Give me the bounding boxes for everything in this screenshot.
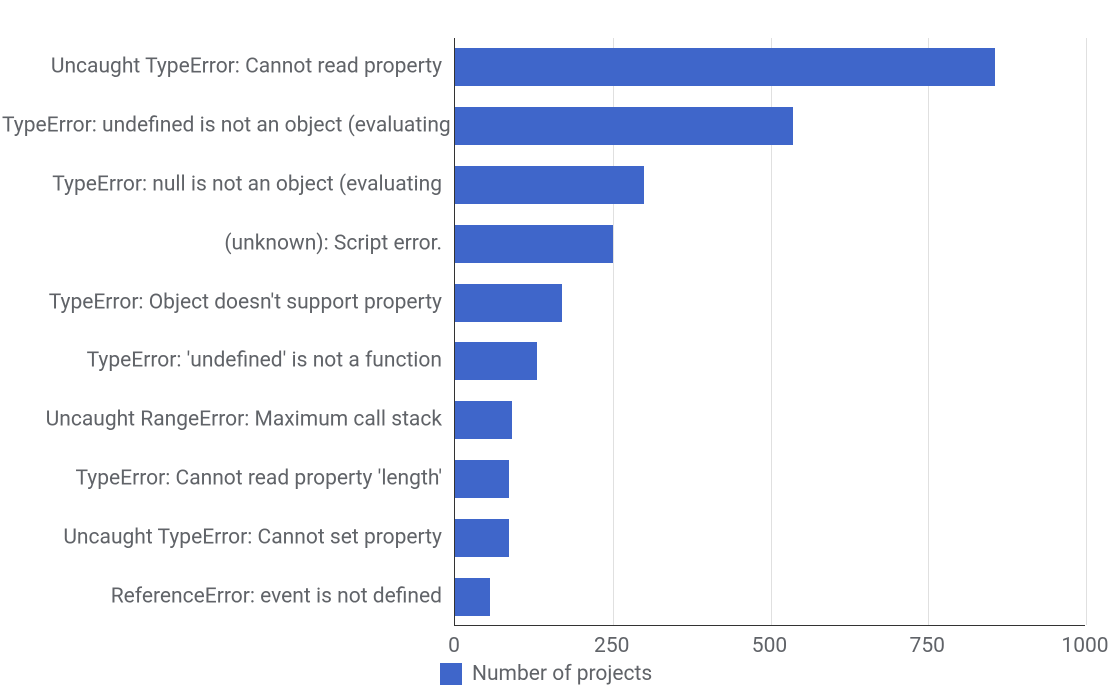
x-axis-tick: 500 [752, 634, 787, 658]
y-axis-label: ReferenceError: event is not defined [2, 584, 442, 609]
gridline [1086, 38, 1087, 625]
bar-row [455, 508, 1085, 567]
bar-row [455, 214, 1085, 273]
legend-swatch [440, 663, 462, 685]
y-axis-label: Uncaught RangeError: Maximum call stack [2, 408, 442, 433]
x-axis-tick: 0 [448, 634, 460, 658]
bar [455, 578, 490, 616]
y-axis-label: TypeError: undefined is not an object (e… [2, 114, 442, 139]
y-axis-label: TypeError: Object doesn't support proper… [2, 290, 442, 315]
legend-label: Number of projects [472, 662, 652, 686]
bar-row [455, 332, 1085, 391]
bar-row [455, 567, 1085, 626]
legend: Number of projects [440, 662, 652, 686]
x-axis-tick: 1000 [1061, 634, 1108, 658]
bar [455, 460, 509, 498]
bar-chart: Uncaught TypeError: Cannot read property… [0, 0, 1116, 691]
y-axis-label: TypeError: null is not an object (evalua… [2, 172, 442, 197]
bar [455, 284, 562, 322]
y-axis-label: TypeError: 'undefined' is not a function [2, 349, 442, 374]
bar [455, 225, 613, 263]
bar-row [455, 156, 1085, 215]
bar [455, 519, 509, 557]
y-axis-label: Uncaught TypeError: Cannot read property [2, 55, 442, 80]
bar-row [455, 273, 1085, 332]
plot-area [454, 38, 1085, 626]
y-axis-label: Uncaught TypeError: Cannot set property [2, 525, 442, 550]
bar [455, 48, 995, 86]
x-axis-tick: 250 [594, 634, 629, 658]
bar [455, 107, 793, 145]
y-axis-label: TypeError: Cannot read property 'length' [2, 466, 442, 491]
bar-row [455, 391, 1085, 450]
bar-row [455, 97, 1085, 156]
x-axis-tick: 750 [910, 634, 945, 658]
y-axis-label: (unknown): Script error. [2, 231, 442, 256]
bar-row [455, 450, 1085, 509]
bar-row [455, 38, 1085, 97]
bar [455, 342, 537, 380]
bar [455, 166, 644, 204]
bar [455, 401, 512, 439]
